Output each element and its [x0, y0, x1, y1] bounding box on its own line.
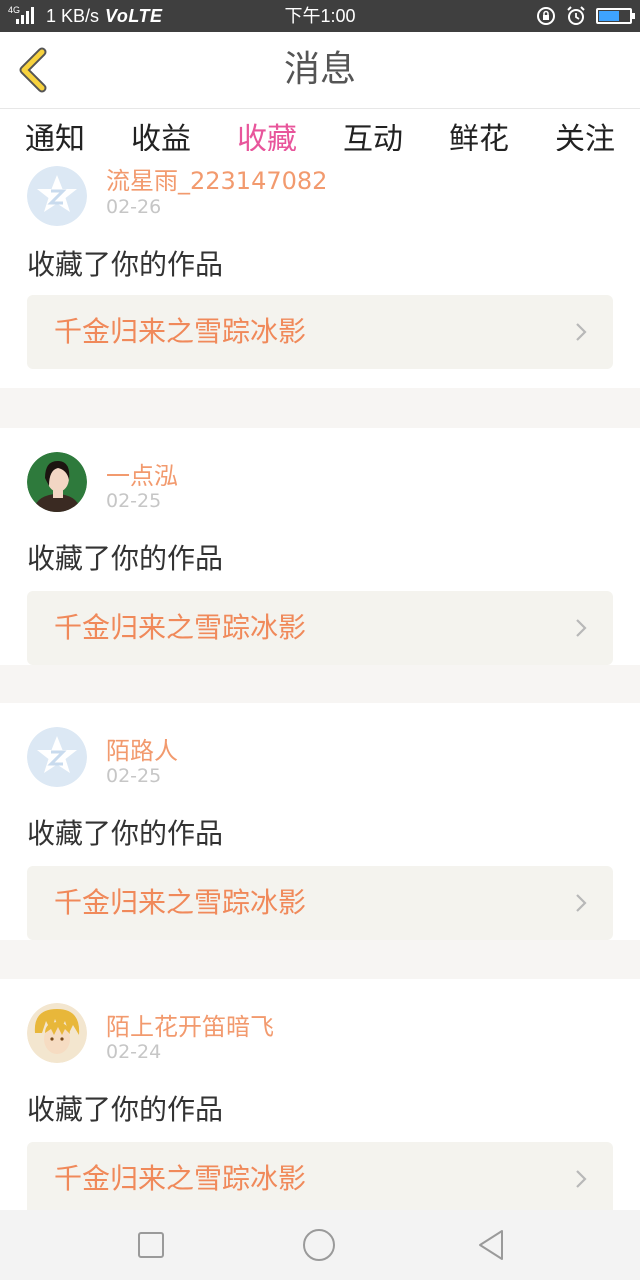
- action-text: 收藏了你的作品: [27, 542, 224, 575]
- triangle-back-icon: [479, 1230, 503, 1260]
- work-title: 千金归来之雪踪冰影: [54, 611, 307, 644]
- username[interactable]: 一点泓: [106, 456, 178, 491]
- circle-icon: [303, 1229, 335, 1261]
- message-date: 02-25: [106, 765, 162, 787]
- work-link[interactable]: 千金归来之雪踪冰影: [27, 1142, 613, 1216]
- anime-avatar-icon: [27, 1003, 87, 1063]
- chevron-right-icon: [576, 619, 587, 637]
- square-icon: [138, 1232, 164, 1258]
- username[interactable]: 陌路人: [106, 731, 178, 766]
- rotation-lock-icon: [537, 7, 555, 25]
- username[interactable]: 流星雨_223147082: [106, 161, 327, 196]
- battery-icon: [596, 8, 635, 24]
- list-item: 流星雨_223147082 02-26 收藏了你的作品 千金归来之雪踪冰影: [0, 151, 640, 388]
- photo-avatar-icon: [27, 452, 87, 512]
- work-title: 千金归来之雪踪冰影: [54, 315, 307, 348]
- chevron-right-icon: [576, 1170, 587, 1188]
- avatar[interactable]: [27, 727, 87, 787]
- message-date: 02-25: [106, 490, 162, 512]
- action-text: 收藏了你的作品: [27, 248, 224, 281]
- avatar[interactable]: [27, 452, 87, 512]
- message-date: 02-24: [106, 1041, 162, 1063]
- chevron-right-icon: [576, 323, 587, 341]
- list-item: 陌路人 02-25 收藏了你的作品 千金归来之雪踪冰影: [0, 703, 640, 940]
- recent-apps-button[interactable]: [134, 1228, 168, 1262]
- alarm-icon: [567, 6, 585, 25]
- default-star-avatar-icon: [27, 166, 87, 226]
- action-text: 收藏了你的作品: [27, 1093, 224, 1126]
- back-nav-button[interactable]: [474, 1228, 508, 1262]
- app-screen: 4G 1 KB/s VoLTE 下午1:00 消息 通知 收益 收藏 互动 鲜花…: [0, 0, 640, 1280]
- work-link[interactable]: 千金归来之雪踪冰影: [27, 866, 613, 940]
- avatar[interactable]: [27, 166, 87, 226]
- header: 消息: [0, 32, 640, 109]
- default-star-avatar-icon: [27, 727, 87, 787]
- status-bar: 4G 1 KB/s VoLTE 下午1:00: [0, 0, 640, 32]
- username[interactable]: 陌上花开笛暗飞: [106, 1007, 274, 1042]
- message-date: 02-26: [106, 196, 162, 218]
- page-title: 消息: [283, 49, 356, 90]
- avatar[interactable]: [27, 1003, 87, 1063]
- list-item: 一点泓 02-25 收藏了你的作品 千金归来之雪踪冰影: [0, 428, 640, 665]
- work-title: 千金归来之雪踪冰影: [54, 886, 307, 919]
- chevron-right-icon: [576, 894, 587, 912]
- action-text: 收藏了你的作品: [27, 817, 224, 850]
- work-link[interactable]: 千金归来之雪踪冰影: [27, 591, 613, 665]
- system-nav-bar: [0, 1210, 640, 1280]
- work-link[interactable]: 千金归来之雪踪冰影: [27, 295, 613, 369]
- list-item: 陌上花开笛暗飞 02-24 收藏了你的作品 千金归来之雪踪冰影: [0, 979, 640, 1216]
- home-button[interactable]: [302, 1228, 336, 1262]
- work-title: 千金归来之雪踪冰影: [54, 1162, 307, 1195]
